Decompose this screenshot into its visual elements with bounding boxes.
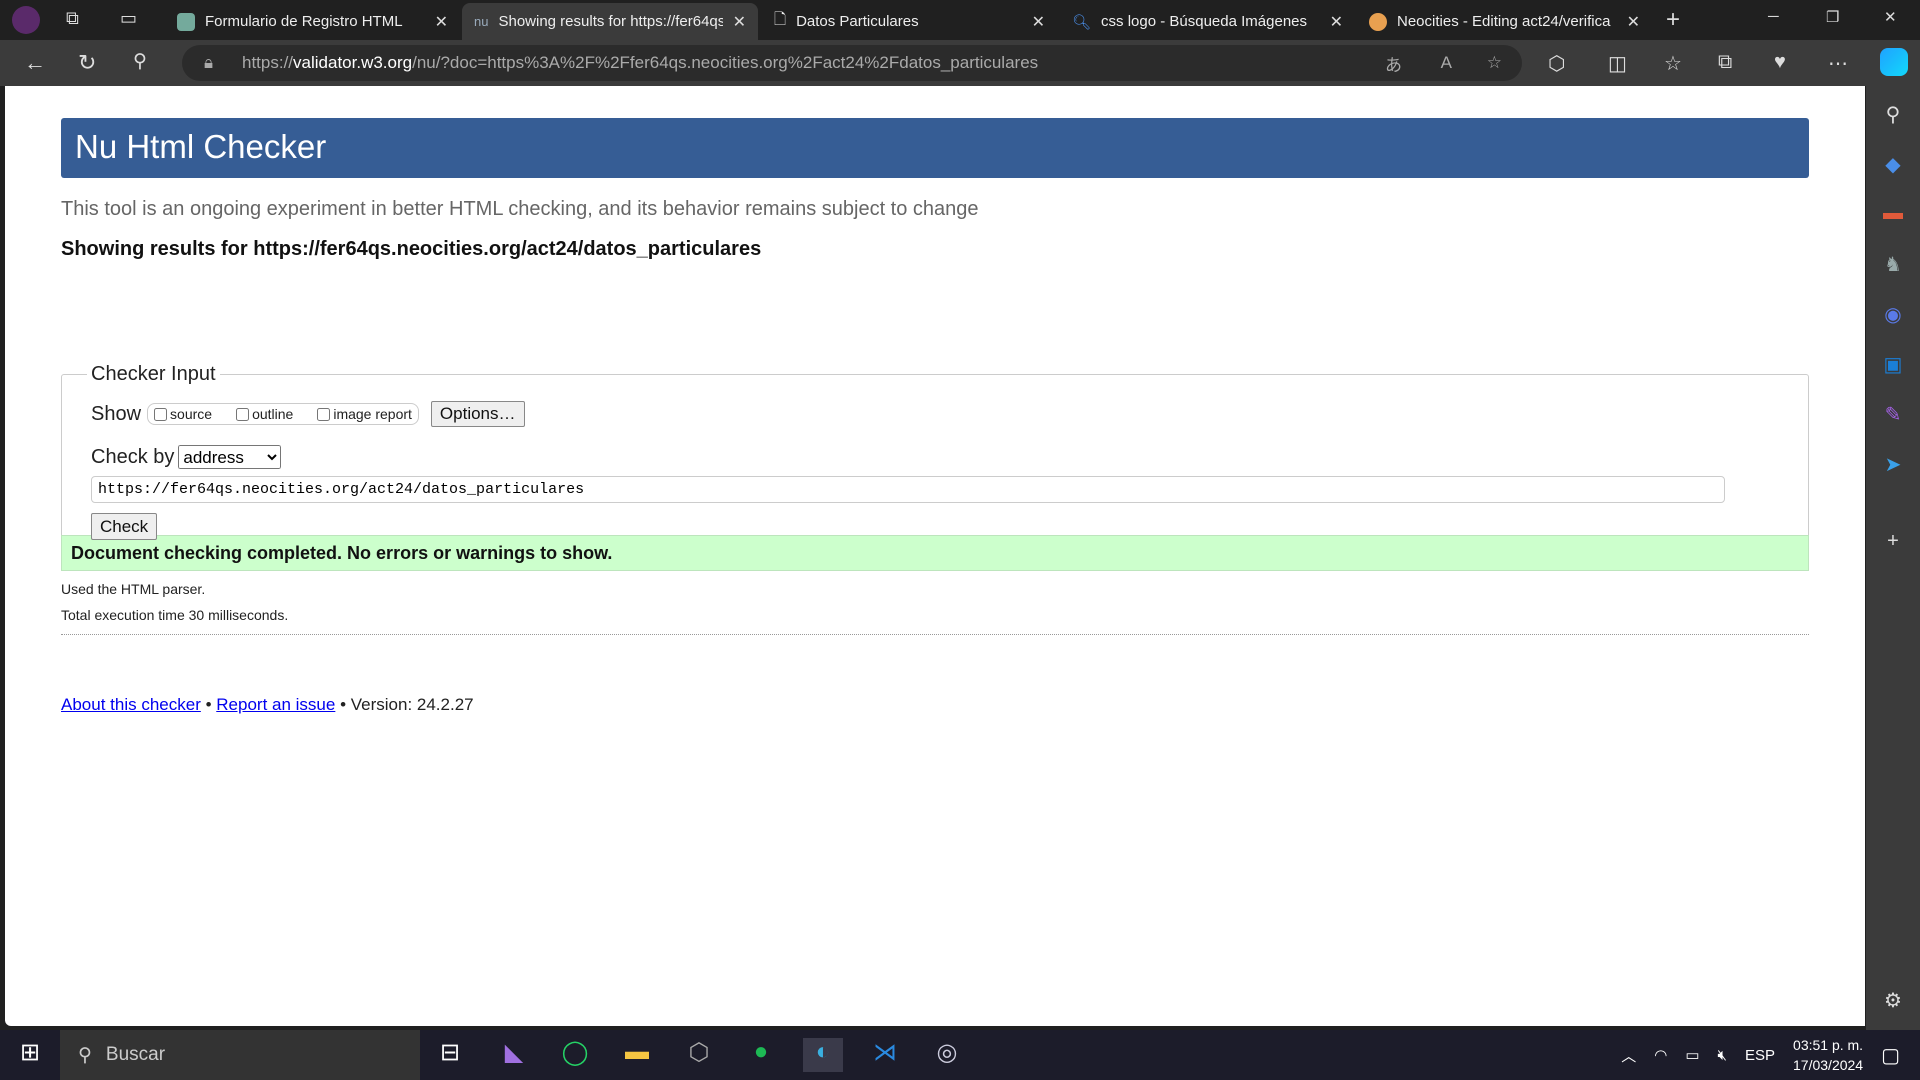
address-bar-row: ← ↻ ⚲ 🔒︎ https://validator.w3.org/nu/?do… [0,40,1920,86]
minimize-button[interactable]: ─ [1768,8,1779,25]
restore-button[interactable]: ❐ [1826,8,1839,26]
search-icon: ⚲ [78,1044,92,1066]
favorite-star-icon[interactable]: ☆ [1487,53,1502,73]
options-button[interactable]: Options… [430,401,525,427]
tab-formulario[interactable]: Formulario de Registro HTML ✕ [165,3,460,40]
file-explorer-icon[interactable]: ▬ [617,1038,657,1072]
vertical-tabs-icon[interactable]: ▭ [120,8,137,29]
image-report-option[interactable]: image report [317,406,412,422]
check-by-label: Check by [91,445,175,468]
fieldset-legend: Checker Input [87,362,220,386]
about-link[interactable]: About this checker [61,695,201,714]
taskbar-search[interactable]: ⚲ Buscar [60,1030,420,1080]
source-option[interactable]: source [154,406,212,422]
extensions-icon[interactable]: ⬡ [1548,51,1565,76]
page-title: Nu Html Checker [61,118,1809,178]
clock[interactable]: 03:51 p. m. 17/03/2024 [1793,1035,1863,1075]
steam-icon[interactable]: ◎ [927,1038,967,1072]
report-issue-link[interactable]: Report an issue [216,695,335,714]
parser-info: Used the HTML parser. [61,581,206,597]
show-hidden-icons[interactable]: ︿ [1621,1045,1636,1066]
favorites-icon[interactable]: ☆ [1664,51,1682,76]
edge-sidebar: ⚲ ◆ ▬ ♞ ◉ ▣ ✎ ➤ + ⚙ [1866,86,1920,1030]
tab-css-logo[interactable]: 🔍︎ css logo - Búsqueda Imágenes ✕ [1060,3,1355,40]
sidebar-settings-icon[interactable]: ⚙ [1880,988,1906,1014]
task-view-icon[interactable]: ⊟ [430,1038,470,1072]
tab-showing-results[interactable]: nu Showing results for https://fer64qs ✕ [462,3,758,40]
tab-datos-particulares[interactable]: 🗋 Datos Particulares ✕ [762,3,1057,40]
show-options-group: source outline image report [147,403,419,425]
checker-input-fieldset: Checker Input Show source outline image … [61,362,1809,559]
vscode-icon[interactable]: ⋊ [865,1038,905,1072]
edge-icon[interactable]: ◐ [803,1038,843,1072]
battery-icon[interactable]: ▭ [1685,1046,1699,1064]
translate-icon[interactable]: あ [1385,51,1402,76]
outline-checkbox[interactable] [236,407,250,421]
copilot-icon[interactable] [1880,48,1908,76]
footer: About this checker • Report an issue • V… [61,695,474,714]
tab-neocities[interactable]: Neocities - Editing act24/verifica ✕ [1357,3,1652,40]
page-icon: 🗋 [774,11,787,28]
image-report-checkbox[interactable] [317,407,331,421]
more-menu-icon[interactable]: ⋯ [1828,51,1848,76]
refresh-icon[interactable]: ↻ [78,50,96,76]
search-icon[interactable]: ⚲ [1880,102,1906,128]
url-field[interactable]: 🔒︎ https://validator.w3.org/nu/?doc=http… [182,45,1522,81]
spotify-icon[interactable]: ● [741,1038,781,1072]
wifi-icon[interactable]: ◠ [1654,1046,1667,1064]
visual-studio-icon[interactable]: ◣ [494,1038,534,1072]
microsoft365-icon[interactable]: ◉ [1880,302,1906,328]
url-input[interactable] [91,476,1725,503]
add-sidebar-app-icon[interactable]: + [1880,530,1906,556]
execution-time: Total execution time 30 milliseconds. [61,607,289,623]
divider [61,634,1809,635]
show-label: Show [91,402,142,425]
search-icon: 🔍︎ [1072,13,1092,31]
outlook-icon[interactable]: ▣ [1880,352,1906,378]
shopping-tag-icon[interactable]: ◆ [1880,152,1906,178]
system-tray: ︿ ◠ ▭ 🔇︎ ESP 03:51 p. m. 17/03/2024 ▢ [1621,1030,1920,1080]
collections-icon[interactable]: ⧉ [1718,51,1732,74]
workspaces-icon[interactable]: ⧉ [66,8,79,29]
chatgpt-icon [177,12,195,31]
nu-icon: nu [474,14,489,29]
browser-essentials-icon[interactable]: ♥ [1774,51,1786,74]
search-icon[interactable]: ⚲ [133,50,147,73]
notifications-icon[interactable]: ▢ [1881,1043,1900,1068]
source-checkbox[interactable] [154,407,168,421]
tools-icon[interactable]: ▬ [1880,202,1906,228]
games-icon[interactable]: ♞ [1880,252,1906,278]
unity-icon[interactable]: ⬡ [679,1038,719,1072]
intro-text: This tool is an ongoing experiment in be… [61,198,979,220]
windows-start-icon[interactable]: ⊞ [10,1038,50,1072]
check-by-select[interactable]: address [178,445,282,469]
close-icon[interactable]: ✕ [733,12,746,32]
neocities-icon [1369,12,1387,31]
outline-option[interactable]: outline [236,406,293,422]
new-tab-button[interactable]: + [1666,6,1680,34]
close-icon[interactable]: ✕ [1627,12,1640,32]
volume-muted-icon[interactable]: 🔇︎ [1718,1047,1727,1064]
drop-icon[interactable]: ➤ [1880,452,1906,478]
close-icon[interactable]: ✕ [1330,12,1343,32]
whatsapp-icon[interactable]: ◯ [555,1038,595,1072]
designer-icon[interactable]: ✎ [1880,402,1906,428]
profile-avatar[interactable] [12,6,40,34]
close-icon[interactable]: ✕ [435,12,448,32]
close-icon[interactable]: ✕ [1032,12,1045,32]
close-window-button[interactable]: ✕ [1884,8,1897,26]
page-content: Nu Html Checker This tool is an ongoing … [5,86,1865,1026]
results-heading: Showing results for https://fer64qs.neoc… [61,238,762,260]
read-aloud-icon[interactable]: A [1441,53,1452,73]
tab-bar: ⧉ ▭ Formulario de Registro HTML ✕ nu Showi… [0,0,1920,40]
language-indicator[interactable]: ESP [1745,1047,1775,1064]
split-screen-icon[interactable]: ◫ [1608,51,1627,76]
back-icon[interactable]: ← [24,50,46,76]
taskbar: ⊞ ⚲ Buscar ⊟ ◣ ◯ ▬ ⬡ ● ◐ ⋊ ◎ ︿ ◠ ▭ 🔇︎ ESP… [0,1030,1920,1080]
lock-icon: 🔒︎ [204,53,214,72]
check-button[interactable]: Check [91,513,158,540]
success-message: Document checking completed. No errors o… [61,535,1809,571]
